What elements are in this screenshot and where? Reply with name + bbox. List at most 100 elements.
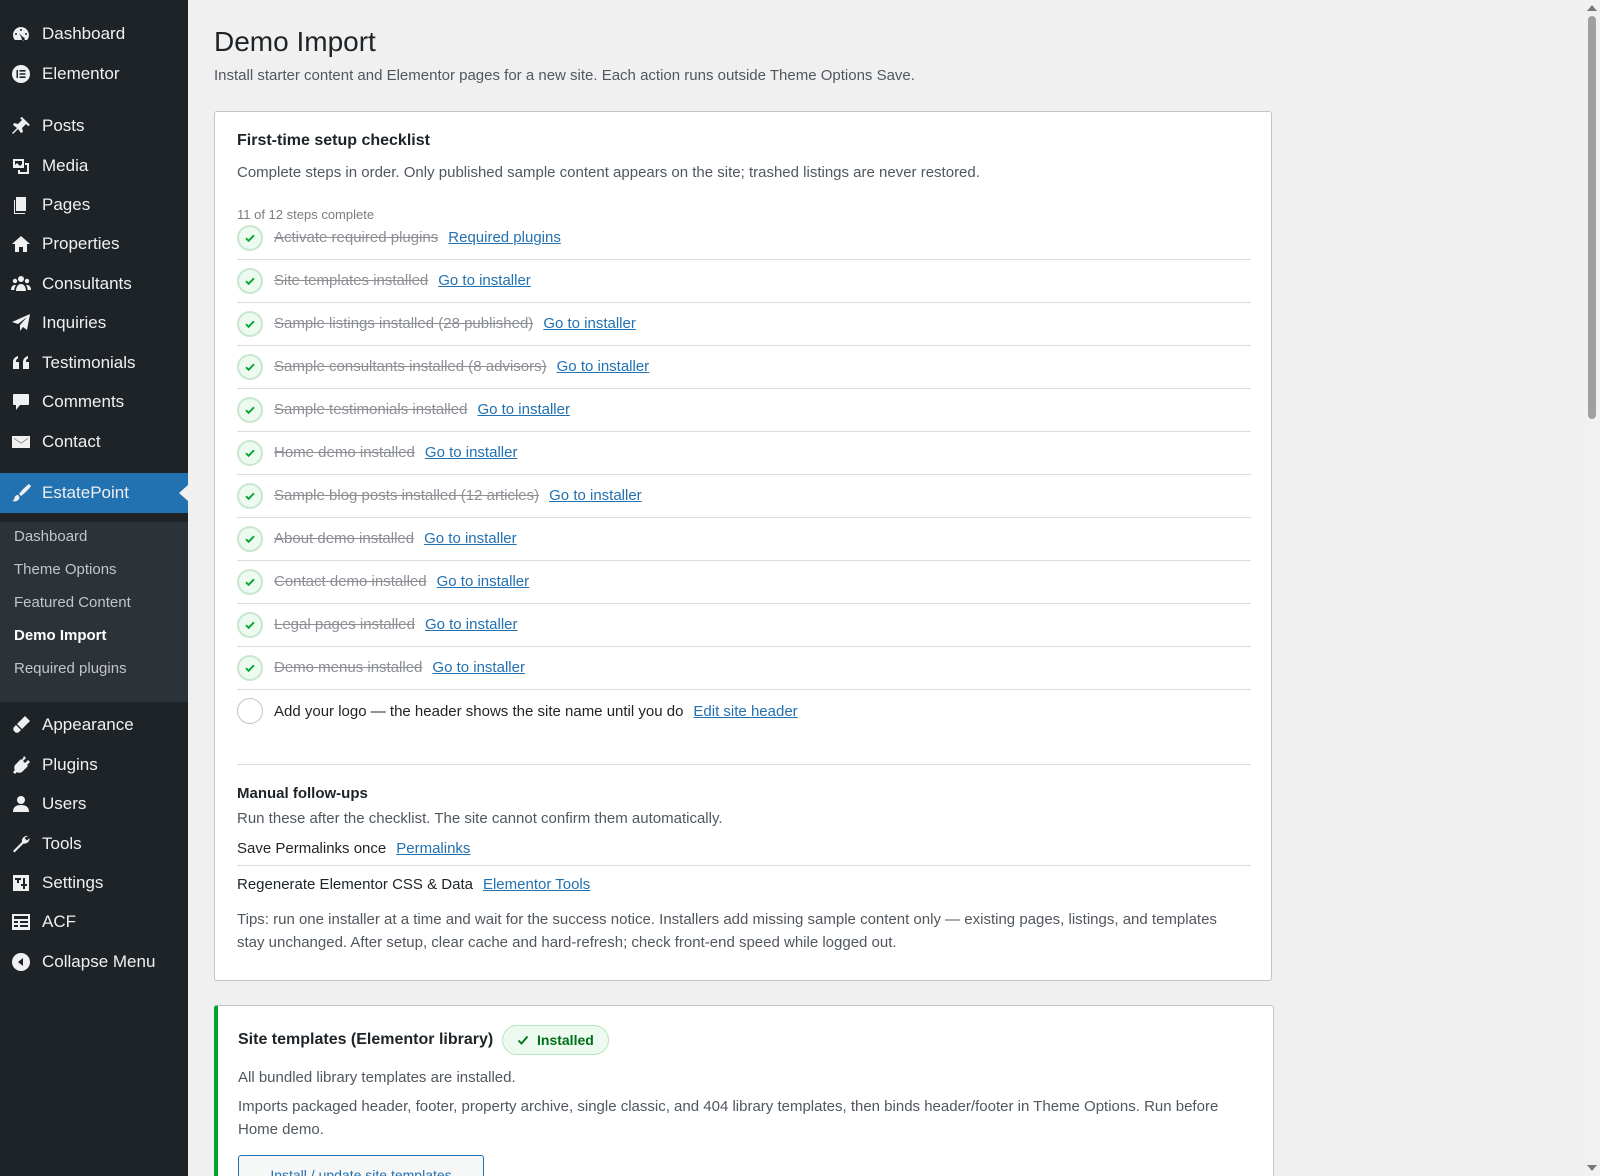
appearance-icon [10,714,32,736]
checkmark-icon [517,1035,529,1045]
step-link[interactable]: Required plugins [448,229,561,246]
followup-label: Save Permalinks once [237,840,387,857]
checklist-step: Legal pages installed Go to installer [237,603,1251,647]
send-icon [10,312,32,334]
menu-item-acf[interactable]: ACF [0,902,188,942]
step-link[interactable]: Go to installer [437,573,530,590]
settings-icon [10,872,32,894]
tips-text: Tips: run one installer at a time and wa… [237,911,1217,951]
followups-title: Manual follow-ups [237,785,368,802]
scroll-thumb[interactable] [1588,16,1596,419]
menu-item-comments[interactable]: Comments [0,382,188,422]
brush-icon [10,482,32,504]
step-label: Sample listings installed (28 published) [274,315,534,332]
checklist-step: Activate required plugins Required plugin… [237,216,1251,260]
step-label: Site templates installed [274,272,429,289]
menu-label: Users [42,794,87,813]
empty-circle-icon [237,698,263,724]
submenu-item-required-plugins[interactable]: Required plugins [14,660,127,677]
estatepoint-submenu: Dashboard Theme Options Featured Content… [0,522,188,702]
permalinks-link[interactable]: Permalinks [396,840,470,857]
elementor-icon [10,63,32,85]
scroll-down-arrow[interactable] [1587,1165,1597,1171]
menu-item-estatepoint[interactable]: EstatePoint [0,473,188,513]
step-label: Sample consultants installed (8 advisors… [274,358,547,375]
menu-label: Collapse Menu [42,952,156,971]
submenu-item-dashboard[interactable]: Dashboard [14,528,87,545]
checklist-step: Contact demo installed Go to installer [237,560,1251,604]
site-templates-status: All bundled library templates are instal… [238,1069,516,1086]
menu-label: Pages [42,195,91,214]
step-link[interactable]: Go to installer [424,530,517,547]
menu-item-elementor[interactable]: Elementor [0,54,188,94]
checklist-step: Sample blog posts installed (12 articles… [237,474,1251,518]
scroll-up-arrow[interactable] [1587,5,1597,11]
step-link[interactable]: Go to installer [425,616,518,633]
followup-row-permalinks: Save Permalinks once Permalinks [237,832,1251,866]
checklist-step: Sample listings installed (28 published)… [237,302,1251,346]
step-link[interactable]: Go to installer [477,401,570,418]
step-link[interactable]: Go to installer [549,487,642,504]
menu-label: Tools [42,834,82,853]
menu-item-contact[interactable]: Contact [0,422,188,462]
checklist-description: Complete steps in order. Only published … [237,164,980,181]
menu-item-plugins[interactable]: Plugins [0,745,188,785]
check-circle-icon [237,654,263,681]
checklist-title: First-time setup checklist [237,132,430,149]
menu-item-appearance[interactable]: Appearance [0,705,188,745]
pin-icon [10,115,32,137]
menu-label: Media [42,156,89,175]
menu-item-tools[interactable]: Tools [0,824,188,864]
step-link[interactable]: Go to installer [432,659,525,676]
menu-label: Plugins [42,755,98,774]
step-label: Contact demo installed [274,573,427,590]
step-label: Sample blog posts installed (12 articles… [274,487,540,504]
menu-item-inquiries[interactable]: Inquiries [0,303,188,343]
checklist-step: Site templates installed Go to installer [237,259,1251,303]
step-label: Demo menus installed [274,659,423,676]
pages-icon [10,194,32,216]
groups-icon [10,273,32,295]
quote-icon [10,352,32,374]
step-label: About demo installed [274,530,415,547]
users-icon [10,793,32,815]
install-site-templates-button[interactable]: Install / update site templates [238,1155,484,1176]
page-title: Demo Import [214,26,376,57]
step-link[interactable]: Go to installer [438,272,531,289]
dashboard-icon [10,23,32,45]
page-subtitle: Install starter content and Elementor pa… [214,67,915,84]
section-divider [237,764,1251,765]
elementor-tools-link[interactable]: Elementor Tools [483,876,590,893]
menu-label: Posts [42,116,85,135]
submenu-item-theme-options[interactable]: Theme Options [14,561,117,578]
email-icon [10,431,32,453]
step-link[interactable]: Go to installer [543,315,636,332]
submenu-item-featured-content[interactable]: Featured Content [14,594,131,611]
tools-icon [10,833,32,855]
checklist-step: Demo menus installed Go to installer [237,646,1251,690]
menu-item-posts[interactable]: Posts [0,106,188,146]
menu-item-properties[interactable]: Properties [0,224,188,264]
menu-item-media[interactable]: Media [0,146,188,186]
menu-item-settings[interactable]: Settings [0,863,188,903]
step-link[interactable]: Go to installer [557,358,650,375]
menu-label: Inquiries [42,313,107,332]
check-circle-icon [237,439,263,466]
check-circle-icon [237,568,263,595]
menu-label: Comments [42,392,125,411]
menu-item-testimonials[interactable]: Testimonials [0,343,188,383]
menu-item-dashboard[interactable]: Dashboard [0,14,188,54]
site-templates-description: Imports packaged header, footer, propert… [238,1098,1219,1138]
menu-item-consultants[interactable]: Consultants [0,264,188,304]
menu-item-pages[interactable]: Pages [0,185,188,225]
submenu-item-demo-import[interactable]: Demo Import [14,627,107,644]
step-label: Sample testimonials installed [274,401,468,418]
step-link[interactable]: Go to installer [425,444,518,461]
menu-label: Elementor [42,64,120,83]
menu-item-users[interactable]: Users [0,784,188,824]
menu-label: Settings [42,873,104,892]
page-scrollbar[interactable] [1584,0,1600,1176]
plugins-icon [10,754,32,776]
step-link[interactable]: Edit site header [693,703,797,720]
collapse-menu-button[interactable]: Collapse Menu [0,942,188,982]
